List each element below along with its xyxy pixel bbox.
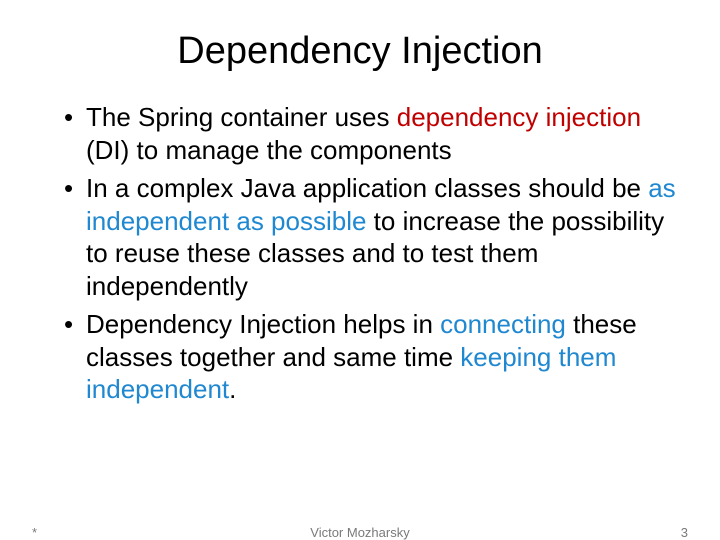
bullet-text: . <box>229 374 236 404</box>
bullet-text: Dependency Injection helps in <box>86 309 440 339</box>
slide-title: Dependency Injection <box>40 30 680 73</box>
bullet-text: In a complex Java application classes sh… <box>86 173 648 203</box>
bullet-text: (DI) to manage the components <box>86 135 452 165</box>
bullet-text: The Spring container uses <box>86 102 397 132</box>
highlight-blue: connecting <box>440 309 566 339</box>
bullet-item: Dependency Injection helps in connecting… <box>64 308 680 406</box>
footer-author: Victor Mozharsky <box>0 525 720 540</box>
bullet-item: In a complex Java application classes sh… <box>64 172 680 302</box>
highlight-red: dependency injection <box>397 102 641 132</box>
bullet-item: The Spring container uses dependency inj… <box>64 101 680 166</box>
bullet-list: The Spring container uses dependency inj… <box>40 101 680 406</box>
slide-number: 3 <box>681 525 688 540</box>
